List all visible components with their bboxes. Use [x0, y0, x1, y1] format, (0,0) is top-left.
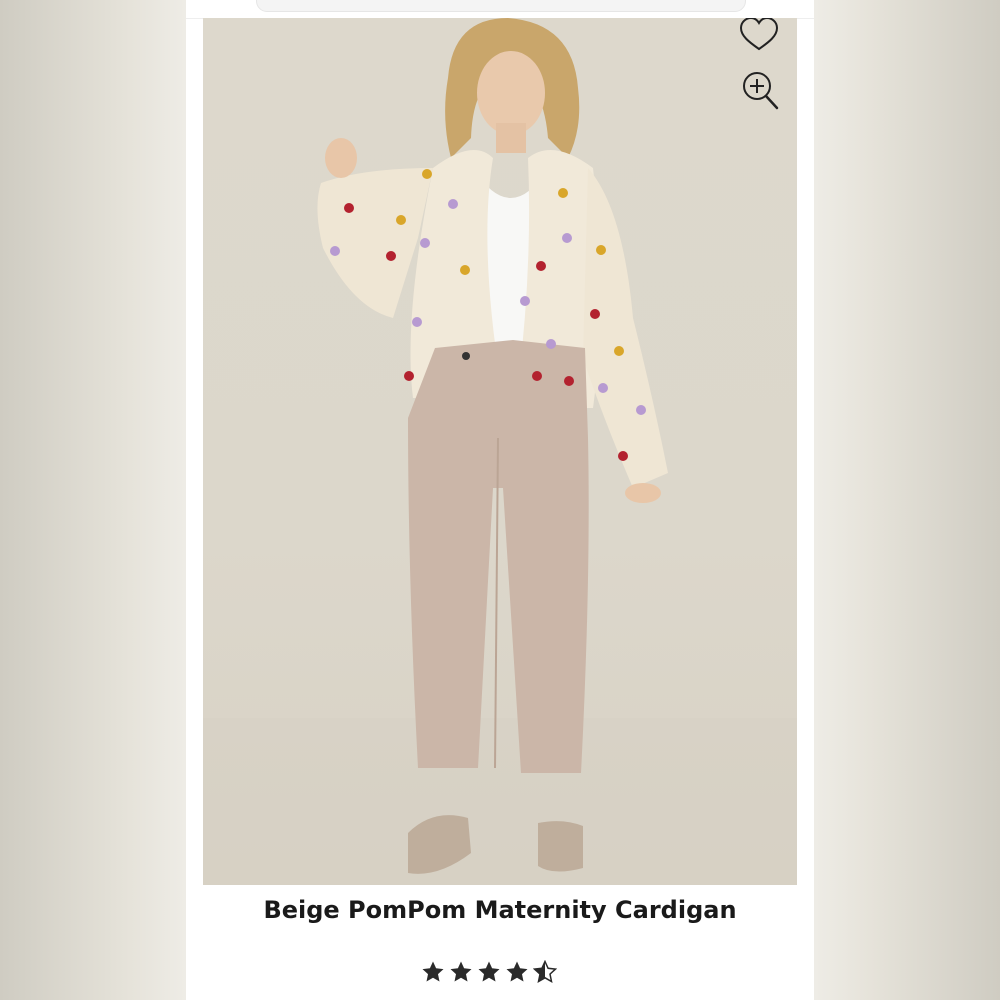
- background-blur-left: [0, 0, 186, 1000]
- star-full-icon: [506, 961, 528, 982]
- star-full-icon: [422, 961, 444, 982]
- favorite-button[interactable]: [739, 18, 779, 52]
- star-full-icon: [450, 961, 472, 982]
- heart-outline-icon: [739, 18, 779, 51]
- zoom-button[interactable]: [741, 70, 781, 112]
- top-bar: [186, 0, 814, 19]
- star-rating[interactable]: [421, 960, 557, 984]
- product-card: Beige PomPom Maternity Cardigan: [186, 0, 814, 1000]
- background-blur-right: [814, 0, 1000, 1000]
- product-photo-illustration: [203, 18, 797, 885]
- product-image[interactable]: [203, 18, 797, 885]
- search-bar[interactable]: [256, 0, 746, 12]
- star-full-icon: [478, 961, 500, 982]
- product-title[interactable]: Beige PomPom Maternity Cardigan: [186, 896, 814, 924]
- zoom-in-icon: [743, 72, 779, 110]
- star-half-icon: [533, 960, 557, 983]
